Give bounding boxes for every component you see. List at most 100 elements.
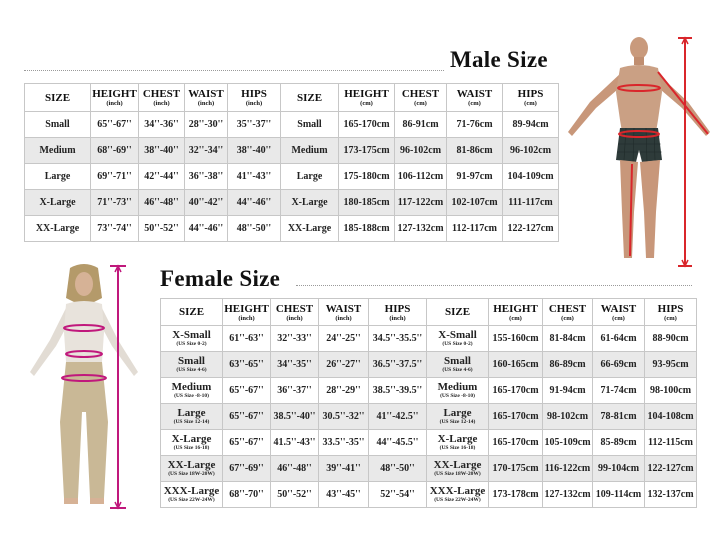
male-value-cell: 71''-73'' xyxy=(90,189,139,216)
female-size-cell: Small (US Size 4-6) xyxy=(426,351,489,378)
male-header-cell: WAIST (inch) xyxy=(184,83,228,112)
female-title-rule xyxy=(296,285,692,286)
female-size-label: X-Small xyxy=(438,329,477,341)
male-value-cell: 50''-52'' xyxy=(138,215,185,242)
female-value-cell: 91-94cm xyxy=(542,377,593,404)
female-us-size: (US Size 16-18) xyxy=(173,445,210,451)
male-header-label: HIPS xyxy=(241,88,267,100)
female-value-cell: 36''-37'' xyxy=(270,377,319,404)
male-header-cell: SIZE xyxy=(24,83,91,112)
female-us-size: (US Size 4-6) xyxy=(176,367,207,373)
male-size-cell: X-Large xyxy=(24,189,91,216)
female-value-cell: 48''-50'' xyxy=(368,455,427,482)
male-neck xyxy=(634,57,644,65)
male-value-cell: 38''-40'' xyxy=(227,137,281,164)
female-value-cell: 93-95cm xyxy=(644,351,697,378)
female-value-cell: 88-90cm xyxy=(644,325,697,352)
male-size-title: Male Size xyxy=(450,47,548,72)
female-value-cell: 66-69cm xyxy=(592,351,645,378)
female-size-cell: XX-Large (US Size 18W-20W) xyxy=(426,455,489,482)
female-size-label: Small xyxy=(444,355,471,367)
female-header-unit: (cm) xyxy=(509,314,522,322)
female-value-cell: 43''-45'' xyxy=(318,481,369,508)
female-header-unit: (cm) xyxy=(561,314,574,322)
female-header-label: HIPS xyxy=(384,302,411,315)
male-value-cell: 68''-69'' xyxy=(90,137,139,164)
female-value-cell: 165-170cm xyxy=(488,429,543,456)
male-left-leg xyxy=(620,160,638,258)
male-table-row: Small 65''-67'' 34''-36'' 28''-30'' 35''-37'… xyxy=(24,111,559,138)
female-value-cell: 65''-67'' xyxy=(222,429,271,456)
female-value-cell: 104-108cm xyxy=(644,403,697,430)
male-header-unit: (cm) xyxy=(360,100,373,107)
female-value-cell: 99-104cm xyxy=(592,455,645,482)
male-value-cell: 106-112cm xyxy=(394,163,447,190)
male-left-arm xyxy=(568,72,624,136)
male-header-label: SIZE xyxy=(296,91,323,104)
male-value-cell: 42''-44'' xyxy=(138,163,185,190)
female-size-label: Large xyxy=(177,407,206,419)
female-value-cell: 32''-33'' xyxy=(270,325,319,352)
male-header-cell: HIPS (inch) xyxy=(227,83,281,112)
female-value-cell: 81-84cm xyxy=(542,325,593,352)
female-value-cell: 165-170cm xyxy=(488,377,543,404)
male-value-cell: 41''-43'' xyxy=(227,163,281,190)
female-value-cell: 34.5''-35.5'' xyxy=(368,325,427,352)
female-value-cell: 44''-45.5'' xyxy=(368,429,427,456)
female-value-cell: 30.5''-32'' xyxy=(318,403,369,430)
female-header-unit: (inch) xyxy=(335,314,352,322)
male-value-cell: 38''-40'' xyxy=(138,137,185,164)
male-table-row: Medium 68''-69'' 38''-40'' 32''-34'' 38''-40… xyxy=(24,137,559,164)
male-header-label: HIPS xyxy=(517,88,544,100)
female-us-size: (US Size 0-2) xyxy=(442,341,473,347)
female-size-cell: X-Large (US Size 16-18) xyxy=(426,429,489,456)
female-header-label: SIZE xyxy=(444,306,471,318)
male-size-cell: Large xyxy=(280,163,339,190)
female-header-cell: HEIGHT (inch) xyxy=(222,298,271,326)
male-header-cell: CHEST (inch) xyxy=(138,83,185,112)
female-header-unit: (cm) xyxy=(664,314,677,322)
female-value-cell: 65''-67'' xyxy=(222,403,271,430)
female-header-cell: SIZE xyxy=(426,298,489,326)
male-value-cell: 35''-37'' xyxy=(227,111,281,138)
female-header-label: HEIGHT xyxy=(493,302,538,315)
male-header-unit: (inch) xyxy=(106,100,123,107)
female-header-cell: HIPS (cm) xyxy=(644,298,697,326)
female-header-row: SIZE HEIGHT (inch) CHEST (inch) WAIST (inch) HI… xyxy=(160,298,697,326)
male-value-cell: 86-91cm xyxy=(394,111,447,138)
female-value-cell: 78-81cm xyxy=(592,403,645,430)
female-header-cell: SIZE xyxy=(160,298,223,326)
female-size-label: Large xyxy=(443,407,472,419)
female-size-table: SIZE HEIGHT (inch) CHEST (inch) WAIST (inch) HI… xyxy=(160,298,697,508)
male-header-label: HEIGHT xyxy=(344,88,389,100)
female-table-row: Small (US Size 4-6) 63''-65'' 34''-35'' 26''… xyxy=(160,351,697,378)
male-value-cell: 122-127cm xyxy=(502,215,559,242)
male-title-rule xyxy=(24,70,444,71)
male-right-leg xyxy=(640,160,660,258)
female-value-cell: 86-89cm xyxy=(542,351,593,378)
female-header-label: CHEST xyxy=(275,302,314,315)
female-value-cell: 71-74cm xyxy=(592,377,645,404)
female-us-size: (US Size 12-14) xyxy=(173,419,210,425)
male-value-cell: 173-175cm xyxy=(338,137,395,164)
female-header-unit: (inch) xyxy=(238,314,255,322)
female-us-size: (US Size 4-6) xyxy=(442,367,473,373)
male-value-cell: 127-132cm xyxy=(394,215,447,242)
male-header-cell: SIZE xyxy=(280,83,339,112)
female-size-label: X-Small xyxy=(172,329,211,341)
female-value-cell: 85-89cm xyxy=(592,429,645,456)
female-table-row: XX-Large (US Size 18W-20W) 67''-69'' 46''-4… xyxy=(160,455,697,482)
female-us-size: (US Size 16-18) xyxy=(439,445,476,451)
female-size-title: Female Size xyxy=(160,266,281,291)
female-size-cell: Large (US Size 12-14) xyxy=(426,403,489,430)
male-header-unit: (inch) xyxy=(245,100,263,107)
female-us-size: (US Size 12-14) xyxy=(439,419,476,425)
female-size-cell: XXX-Large (US Size 22W-24W) xyxy=(426,481,489,508)
female-value-cell: 39''-41'' xyxy=(318,455,369,482)
male-size-cell: Small xyxy=(24,111,91,138)
female-header-label: CHEST xyxy=(548,302,587,315)
male-header-cell: HEIGHT (cm) xyxy=(338,83,395,112)
male-value-cell: 46''-48'' xyxy=(138,189,185,216)
male-size-cell: Medium xyxy=(280,137,339,164)
female-size-label: X-Large xyxy=(437,433,478,445)
